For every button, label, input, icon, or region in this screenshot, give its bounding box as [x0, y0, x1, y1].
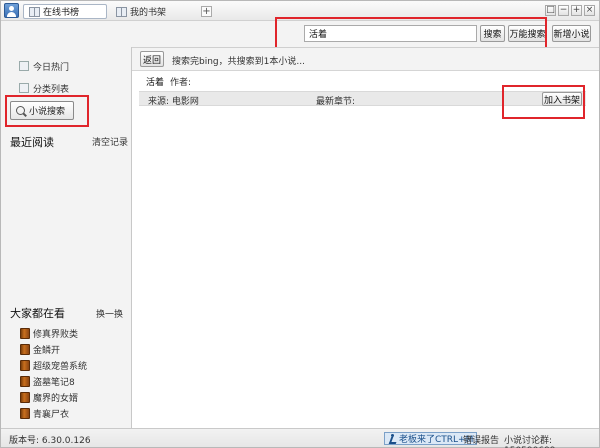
result-title[interactable]: 活着 — [146, 75, 164, 88]
maximize-button[interactable]: + — [571, 5, 582, 16]
book-icon — [20, 408, 30, 419]
popular-book-item[interactable]: 魔界的女婿 — [20, 391, 78, 404]
close-button[interactable]: × — [584, 5, 595, 16]
sidebar-item-label: 今日热门 — [33, 62, 70, 73]
error-report-link[interactable]: 错误报告 — [463, 433, 499, 446]
category-list-icon — [19, 83, 29, 93]
tab-label: 我的书架 — [130, 8, 167, 18]
book-title: 魔界的女婿 — [33, 394, 79, 404]
running-man-icon — [388, 434, 397, 443]
book-title: 青襄尸衣 — [33, 410, 70, 420]
result-author-label: 作者: — [170, 78, 192, 88]
main-header: 返回 搜索完bing，共搜索到1本小说... — [132, 48, 599, 71]
title-bar: 在线书榜 我的书架 + □ − + × — [1, 1, 599, 21]
add-tab-button[interactable]: + — [201, 6, 212, 17]
clear-history-link[interactable]: 清空记录 — [92, 135, 128, 148]
book-ranking-icon — [29, 6, 40, 17]
search-button[interactable]: 搜索 — [480, 25, 505, 42]
book-title: 超级宠兽系统 — [33, 362, 88, 372]
book-icon — [20, 392, 30, 403]
universal-search-button[interactable]: 万能搜索 — [508, 25, 547, 42]
sidebar-item-novel-search[interactable]: 小说搜索 — [10, 101, 74, 120]
search-status-text: 搜索完bing，共搜索到1本小说... — [172, 57, 305, 67]
result-header: 活着 作者: — [146, 75, 191, 88]
sidebar-item-today-hot[interactable]: 今日热门 — [19, 59, 69, 73]
recent-reading-title: 最近阅读 — [10, 136, 54, 149]
restore-button[interactable]: □ — [545, 5, 556, 16]
popular-book-item[interactable]: 盗墓笔记8 — [20, 375, 75, 388]
book-title: 金鳞开 — [33, 346, 61, 356]
book-title: 修真界败类 — [33, 330, 79, 340]
book-icon — [20, 328, 30, 339]
sidebar-item-label: 小说搜索 — [29, 107, 66, 117]
main-panel: 返回 搜索完bing，共搜索到1本小说... 活着 作者: 来源: 电影网 最新… — [132, 47, 599, 428]
popular-book-item[interactable]: 超级宠兽系统 — [20, 359, 87, 372]
minimize-button[interactable]: − — [558, 5, 569, 16]
popular-book-item[interactable]: 青襄尸衣 — [20, 407, 69, 420]
search-icon — [16, 106, 25, 115]
bookshelf-icon — [116, 6, 127, 17]
result-latest-chapter: 最新章节: — [316, 97, 356, 107]
sidebar-item-category-list[interactable]: 分类列表 — [19, 81, 69, 95]
book-icon — [20, 344, 30, 355]
book-icon — [20, 376, 30, 387]
popular-book-item[interactable]: 修真界败类 — [20, 327, 78, 340]
status-bar: 版本号: 6.30.0.126 老板来了CTRL+M 错误报告 小说讨论群: 1… — [1, 428, 599, 448]
popular-book-item[interactable]: 金鳞开 — [20, 343, 60, 356]
search-input[interactable] — [304, 25, 477, 42]
app-window: 在线书榜 我的书架 + □ − + × 搜索 万能搜索 新增小说 今日热门 分类… — [0, 0, 600, 448]
discussion-group-text: 小说讨论群: 150590699 — [504, 436, 556, 448]
user-avatar-icon[interactable] — [4, 3, 19, 18]
add-to-shelf-button[interactable]: 加入书架 — [542, 92, 582, 106]
tab-label: 在线书榜 — [43, 8, 80, 18]
result-source: 来源: 电影网 — [148, 97, 199, 107]
tab-my-bookshelf[interactable]: 我的书架 — [111, 4, 191, 19]
sidebar: 今日热门 分类列表 小说搜索 最近阅读 清空记录 大家都在看 换一换 修真界败类… — [1, 47, 132, 428]
popular-title: 大家都在看 — [10, 307, 65, 320]
toolbar: 搜索 万能搜索 新增小说 — [1, 21, 599, 47]
result-detail-row: 来源: 电影网 最新章节: — [139, 91, 586, 107]
refresh-link[interactable]: 换一换 — [96, 307, 123, 320]
tab-online-ranking[interactable]: 在线书榜 — [23, 4, 107, 19]
version-text: 版本号: 6.30.0.126 — [9, 436, 91, 446]
sidebar-item-label: 分类列表 — [33, 84, 70, 95]
back-button[interactable]: 返回 — [140, 51, 164, 67]
add-novel-button[interactable]: 新增小说 — [552, 25, 591, 42]
book-title: 盗墓笔记8 — [33, 378, 75, 388]
book-icon — [20, 360, 30, 371]
hot-list-icon — [19, 61, 29, 71]
